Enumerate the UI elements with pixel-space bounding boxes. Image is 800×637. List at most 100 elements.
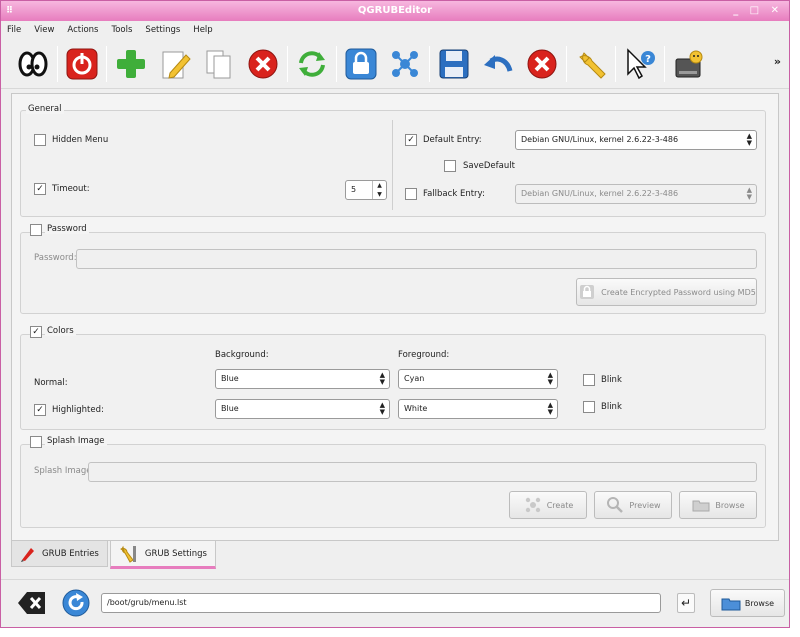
refresh-icon[interactable] [294, 46, 330, 82]
normal-foreground-select[interactable]: Cyan ▲ ▼ [398, 369, 558, 389]
splash-preview-button[interactable]: Preview [594, 491, 672, 519]
colors-checkbox[interactable]: ✓ [30, 326, 42, 338]
tab-grub-settings-label: GRUB Settings [144, 548, 207, 559]
combo-arrows-icon: ▲ ▼ [379, 401, 385, 416]
splash-preview-label: Preview [629, 500, 661, 510]
disk-icon[interactable] [671, 46, 707, 82]
background-header: Background: [215, 350, 269, 360]
general-divider [392, 120, 393, 210]
power-icon[interactable] [64, 46, 100, 82]
default-entry-select[interactable]: Debian GNU/Linux, kernel 2.6.22-3-486 ▲ ▼ [515, 130, 757, 150]
hidden-menu-checkbox[interactable] [34, 134, 46, 146]
fallback-entry-label: Fallback Entry: [423, 189, 485, 199]
cancel-icon[interactable] [524, 46, 560, 82]
splash-browse-label: Browse [715, 500, 745, 510]
menu-tools[interactable]: Tools [111, 25, 132, 35]
menu-actions[interactable]: Actions [67, 25, 98, 35]
lock-icon [577, 282, 597, 302]
splash-group-label: Splash Image [45, 436, 107, 446]
combo-arrows-icon: ▲ ▼ [547, 401, 553, 416]
normal-background-select[interactable]: Blue ▲ ▼ [215, 369, 390, 389]
splash-browse-button[interactable]: Browse [679, 491, 757, 519]
menu-settings[interactable]: Settings [145, 25, 180, 35]
menu-view[interactable]: View [34, 25, 54, 35]
timeout-value: 5 [351, 185, 357, 194]
normal-blink-checkbox[interactable] [583, 374, 595, 386]
spin-arrows-icon[interactable]: ▲ ▼ [372, 181, 386, 199]
combo-arrows-icon: ▲ ▼ [547, 371, 553, 386]
edit-icon[interactable] [157, 46, 193, 82]
toolbar-separator [664, 45, 665, 82]
normal-foreground-value: Cyan [404, 374, 425, 383]
password-group-label: Password [45, 224, 89, 234]
menu-bar: File View Actions Tools Settings Help [1, 21, 789, 39]
settings-panel: General Hidden Menu ✓ Timeout: 5 ▲ ▼ ✓ De… [11, 93, 779, 541]
normal-label: Normal: [34, 378, 68, 388]
eyes-icon[interactable] [15, 46, 51, 82]
return-icon[interactable]: ↵ [677, 593, 695, 613]
toolbar-separator [615, 45, 616, 82]
undo-icon[interactable] [480, 46, 516, 82]
password-checkbox[interactable] [30, 224, 42, 236]
toolbar-overflow-button[interactable]: » [774, 55, 781, 68]
fallback-entry-value: Debian GNU/Linux, kernel 2.6.22-3-486 [521, 189, 679, 198]
toolbar-separator [566, 45, 567, 82]
system-menu-icon[interactable]: ⠿ [6, 1, 14, 21]
tab-grub-entries-label: GRUB Entries [42, 548, 99, 559]
tab-bar: GRUB Entries GRUB Settings [11, 541, 218, 569]
bottom-bar: /boot/grub/menu.lst ↵ Browse [1, 579, 789, 627]
help-pointer-icon[interactable]: ? [622, 46, 658, 82]
menu-file-path-input[interactable]: /boot/grub/menu.lst [101, 593, 661, 613]
save-default-checkbox[interactable] [444, 160, 456, 172]
clear-icon[interactable] [17, 590, 47, 616]
splash-create-button[interactable]: Create [509, 491, 587, 519]
fallback-entry-checkbox[interactable] [405, 188, 417, 200]
toolbar: ? » [1, 39, 789, 89]
tools-icon [119, 545, 139, 563]
molecule-icon[interactable] [387, 46, 423, 82]
save-icon[interactable] [436, 46, 472, 82]
highlighted-label: Highlighted: [52, 405, 104, 415]
default-entry-value: Debian GNU/Linux, kernel 2.6.22-3-486 [521, 135, 679, 144]
wrench-icon[interactable] [573, 46, 609, 82]
tab-grub-entries[interactable]: GRUB Entries [11, 541, 108, 567]
toolbar-separator [287, 45, 288, 82]
window-controls[interactable]: _ □ ✕ [733, 1, 783, 21]
add-icon[interactable] [113, 46, 149, 82]
lock-icon[interactable] [343, 46, 379, 82]
window-title: QGRUBEditor [357, 5, 433, 16]
folder-icon [721, 593, 741, 613]
combo-arrows-icon: ▲ ▼ [379, 371, 385, 386]
default-entry-label: Default Entry: [423, 135, 482, 145]
bottom-browse-button[interactable]: Browse [710, 589, 785, 617]
splash-image-checkbox[interactable] [30, 436, 42, 448]
password-input[interactable] [76, 249, 757, 269]
fallback-entry-select[interactable]: Debian GNU/Linux, kernel 2.6.22-3-486 ▲ ▼ [515, 184, 757, 204]
delete-icon[interactable] [245, 46, 281, 82]
folder-icon [691, 495, 711, 515]
default-entry-checkbox[interactable]: ✓ [405, 134, 417, 146]
highlighted-background-select[interactable]: Blue ▲ ▼ [215, 399, 390, 419]
highlighted-foreground-value: White [404, 404, 428, 413]
combo-arrows-icon: ▲ ▼ [746, 132, 752, 147]
splash-image-input[interactable] [88, 462, 757, 482]
highlighted-blink-checkbox[interactable] [583, 401, 595, 413]
general-group-label: General [26, 104, 64, 114]
create-md5-password-button[interactable]: Create Encrypted Password using MD5 [576, 278, 757, 306]
highlighted-checkbox[interactable]: ✓ [34, 404, 46, 416]
highlighted-foreground-select[interactable]: White ▲ ▼ [398, 399, 558, 419]
menu-file[interactable]: File [7, 25, 21, 35]
foreground-header: Foreground: [398, 350, 450, 360]
highlighted-background-value: Blue [221, 404, 239, 413]
copy-icon[interactable] [201, 46, 237, 82]
timeout-label: Timeout: [52, 184, 90, 194]
menu-help[interactable]: Help [193, 25, 212, 35]
reload-icon[interactable] [61, 588, 91, 618]
timeout-spinbox[interactable]: 5 ▲ ▼ [345, 180, 387, 200]
main-window: ⠿ QGRUBEditor _ □ ✕ File View Actions To… [0, 0, 790, 628]
timeout-checkbox[interactable]: ✓ [34, 183, 46, 195]
password-field-label: Password: [34, 253, 77, 263]
bottom-browse-label: Browse [744, 598, 775, 608]
pencil-icon [20, 546, 36, 562]
tab-grub-settings[interactable]: GRUB Settings [109, 541, 216, 569]
